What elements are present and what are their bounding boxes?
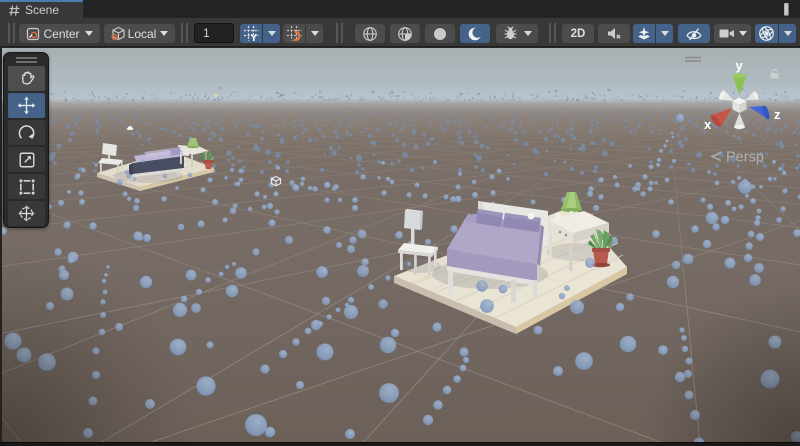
svg-text:x: x (704, 117, 712, 132)
svg-text:z: z (774, 107, 781, 122)
svg-text:Y: Y (250, 33, 257, 41)
svg-text:y: y (736, 58, 744, 73)
svg-text:Persp: Persp (726, 150, 764, 166)
